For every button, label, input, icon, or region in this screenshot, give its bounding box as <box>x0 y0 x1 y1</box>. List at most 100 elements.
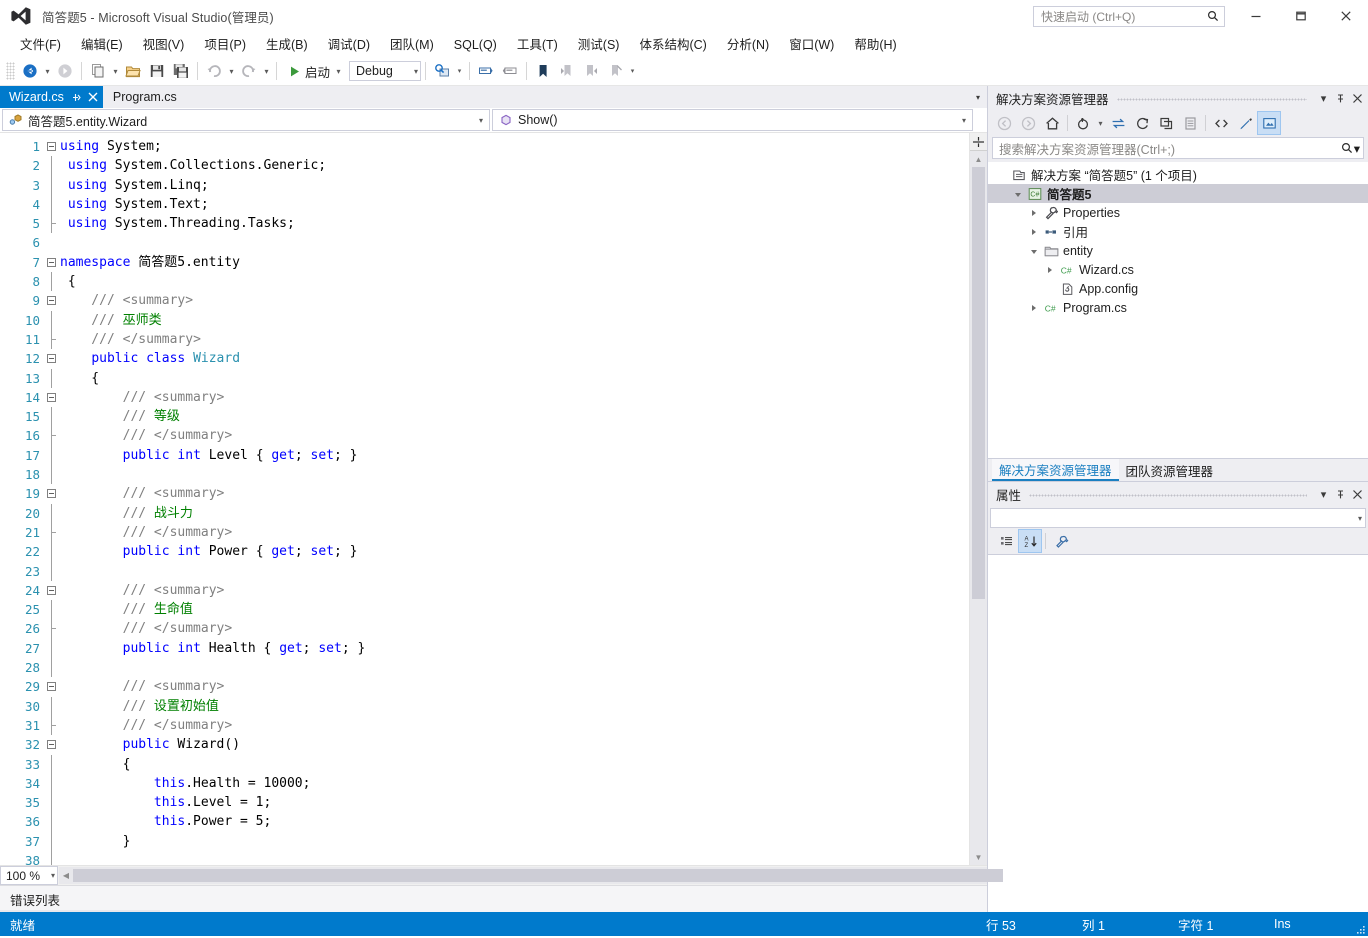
redo-icon[interactable] <box>238 60 260 82</box>
error-list-pane-header[interactable]: 错误列表 <box>0 885 987 912</box>
bookmark-clear-icon[interactable] <box>604 60 626 82</box>
code-line[interactable]: /// 战斗力 <box>60 504 969 523</box>
close-icon[interactable] <box>88 92 98 102</box>
chevron-down-icon[interactable]: ▾ <box>1315 88 1332 108</box>
add-bookmark-icon[interactable] <box>532 60 554 82</box>
open-file-icon[interactable] <box>122 60 144 82</box>
menu-item-team[interactable]: 团队(M) <box>380 34 444 56</box>
code-line[interactable]: public int Level { get; set; } <box>60 446 969 465</box>
code-line[interactable]: this.Health = 10000; <box>60 774 969 793</box>
chevron-right-icon[interactable] <box>1026 298 1042 317</box>
tab-solution-explorer[interactable]: 解决方案资源管理器 <box>992 459 1119 481</box>
solution-explorer-search-input[interactable]: 搜索解决方案资源管理器(Ctrl+;) ▾ <box>992 137 1364 159</box>
outlining-cell[interactable] <box>44 850 60 865</box>
code-line[interactable]: /// 巫师类 <box>60 311 969 330</box>
collapse-box-icon[interactable] <box>47 354 56 364</box>
bookmark-next-icon[interactable] <box>580 60 602 82</box>
outlining-cell[interactable] <box>44 291 60 310</box>
code-line[interactable]: /// </summary> <box>60 330 969 349</box>
back-icon[interactable] <box>993 112 1015 134</box>
comment-icon[interactable] <box>475 60 497 82</box>
horizontal-scroll-thumb[interactable] <box>73 869 1003 882</box>
menu-item-edit[interactable]: 编辑(E) <box>71 34 133 56</box>
properties-object-combo[interactable]: ▾ <box>990 508 1366 528</box>
outlining-cell[interactable] <box>44 233 60 252</box>
outlining-cell[interactable] <box>44 677 60 696</box>
code-line[interactable]: using System.Text; <box>60 195 969 214</box>
outlining-cell[interactable] <box>44 445 60 466</box>
chevron-down-icon-4[interactable]: ▾ <box>1315 484 1332 504</box>
menu-item-window[interactable]: 窗口(W) <box>779 34 844 56</box>
outlining-cell[interactable] <box>44 831 60 851</box>
tree-item[interactable]: C# Wizard.cs <box>988 260 1368 279</box>
code-line[interactable]: namespace 简答题5.entity <box>60 253 969 272</box>
code-line[interactable]: /// </summary> <box>60 523 969 542</box>
undo-dropdown[interactable]: ▾ <box>226 60 237 82</box>
vertical-scroll-thumb[interactable] <box>972 167 985 599</box>
search-options-dropdown[interactable]: ▾ <box>1354 141 1360 156</box>
outlining-cell[interactable] <box>44 542 60 562</box>
outlining-cell[interactable] <box>44 561 60 581</box>
code-line[interactable]: public int Health { get; set; } <box>60 639 969 658</box>
outlining-cell[interactable] <box>44 696 60 716</box>
code-line[interactable]: /// </summary> <box>60 426 969 445</box>
undo-icon[interactable] <box>203 60 225 82</box>
outlining-cell[interactable] <box>44 214 60 234</box>
outlining-cell[interactable] <box>44 388 60 407</box>
alphabetical-icon[interactable]: AZ <box>1018 529 1042 553</box>
view-designer-icon[interactable] <box>1234 112 1256 134</box>
minimize-button[interactable] <box>1233 0 1278 32</box>
code-line[interactable]: /// 设置初始值 <box>60 697 969 716</box>
new-item-dropdown[interactable]: ▾ <box>110 60 121 82</box>
code-text-area[interactable]: 1 2 3 4 5 6 7 8 9 10 11 12 13 14 15 16 17 18 19 20 21 22 23 24 2… <box>0 133 969 865</box>
chevron-right-icon[interactable] <box>1026 222 1042 241</box>
code-line[interactable]: /// <summary> <box>60 484 969 503</box>
code-line[interactable] <box>60 851 969 865</box>
code-line[interactable]: public Wizard() <box>60 735 969 754</box>
chevron-down-icon[interactable]: ▾ <box>414 67 418 76</box>
bookmark-prev-icon[interactable] <box>556 60 578 82</box>
tree-item[interactable]: C# Program.cs <box>988 298 1368 317</box>
tab-wizard-cs[interactable]: Wizard.cs <box>0 86 103 108</box>
outlining-cell[interactable] <box>44 484 60 503</box>
outlining-cell[interactable] <box>44 658 60 678</box>
chevron-right-icon[interactable] <box>1042 260 1058 279</box>
pane-drag-dots[interactable] <box>1116 92 1307 104</box>
outlining-cell[interactable] <box>44 349 60 368</box>
pending-changes-icon[interactable] <box>1072 112 1094 134</box>
horizontal-scroll-track[interactable]: ◀ ▶ <box>59 867 1003 884</box>
preview-selected-items-icon[interactable] <box>1257 111 1281 135</box>
toolbar-overflow-icon[interactable]: ▾ <box>627 60 638 82</box>
menu-item-file[interactable]: 文件(F) <box>10 34 71 56</box>
forward-icon[interactable] <box>1017 112 1039 134</box>
outlining-cell[interactable] <box>44 368 60 388</box>
chevron-down-icon[interactable] <box>1010 184 1026 203</box>
collapse-all-icon[interactable] <box>1155 112 1177 134</box>
code-line[interactable]: { <box>60 369 969 388</box>
outlining-cell[interactable] <box>44 272 60 292</box>
properties-window-icon[interactable] <box>1179 112 1201 134</box>
maximize-button[interactable] <box>1278 0 1323 32</box>
code-line[interactable]: { <box>60 272 969 291</box>
view-code-icon[interactable] <box>1210 112 1232 134</box>
tab-overflow-icon[interactable]: ▾ <box>969 86 987 108</box>
collapse-box-icon[interactable] <box>47 257 56 267</box>
menu-item-project[interactable]: 项目(P) <box>194 34 256 56</box>
code-line[interactable] <box>60 233 969 252</box>
solution-configuration-combo[interactable]: Debug ▾ <box>349 61 422 81</box>
code-line[interactable]: /// <summary> <box>60 291 969 310</box>
chevron-down-icon-3[interactable]: ▾ <box>51 871 55 880</box>
navigate-backward-dropdown[interactable]: ▾ <box>42 60 53 82</box>
tab-team-explorer[interactable]: 团队资源管理器 <box>1119 460 1221 480</box>
toolbar-grip[interactable] <box>6 62 15 80</box>
outlining-cell[interactable] <box>44 194 60 215</box>
outlining-cell[interactable] <box>44 175 60 195</box>
code-line[interactable]: this.Level = 1; <box>60 793 969 812</box>
type-dropdown[interactable]: 简答题5.entity.Wizard ▾ <box>2 109 490 131</box>
outlining-cell[interactable] <box>44 253 60 272</box>
code-line[interactable]: using System; <box>60 137 969 156</box>
collapse-box-icon[interactable] <box>47 142 56 151</box>
code-line[interactable]: using System.Threading.Tasks; <box>60 214 969 233</box>
outlining-cell[interactable] <box>44 754 60 774</box>
close-icon[interactable] <box>1349 88 1366 108</box>
